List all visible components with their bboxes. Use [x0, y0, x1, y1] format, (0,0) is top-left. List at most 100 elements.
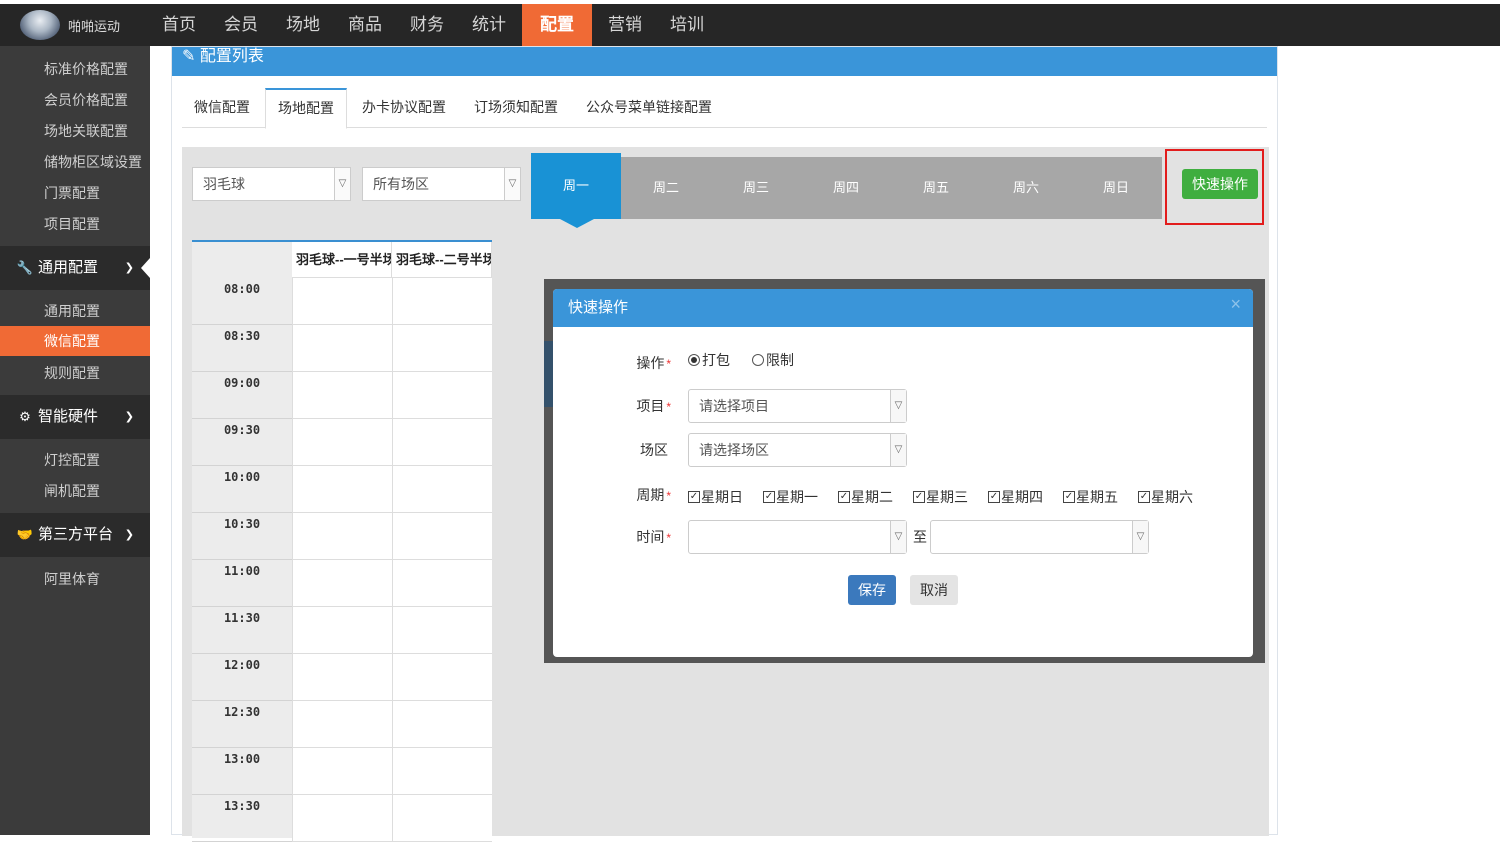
schedule-cell[interactable] [292, 654, 392, 701]
weekday-mon[interactable]: 周一 [531, 153, 621, 219]
schedule-cell[interactable] [292, 560, 392, 607]
logo-icon [20, 10, 60, 40]
checkbox-monday[interactable]: ✓ 星期一 [763, 487, 818, 507]
schedule-cell[interactable] [392, 701, 492, 748]
sidebar-item-project[interactable]: 项目配置 [0, 209, 150, 239]
nav-item-stats[interactable]: 统计 [460, 4, 518, 46]
sidebar-item-wechat-config[interactable]: 微信配置 [0, 326, 150, 356]
check-icon[interactable]: ✓ [1063, 491, 1075, 503]
weekday-thu[interactable]: 周四 [801, 157, 891, 219]
operation-radio-group: 打包 限制 [688, 350, 816, 370]
tab-venue[interactable]: 场地配置 [265, 88, 347, 129]
sidebar-group-general[interactable]: 🔧 通用配置 ❯ [0, 246, 150, 290]
schedule-cell[interactable] [392, 419, 492, 466]
sidebar-item-light-control[interactable]: 灯控配置 [0, 445, 150, 475]
checkbox-thursday[interactable]: ✓ 星期四 [988, 487, 1043, 507]
radio-limit[interactable]: 限制 [752, 350, 794, 370]
sidebar-item-gate-config[interactable]: 闸机配置 [0, 476, 150, 506]
weekday-fri[interactable]: 周五 [891, 157, 981, 219]
sidebar-item-member-price[interactable]: 会员价格配置 [0, 85, 150, 115]
check-icon[interactable]: ✓ [1138, 491, 1150, 503]
weekday-sat[interactable]: 周六 [981, 157, 1071, 219]
weekday-tue[interactable]: 周二 [621, 157, 711, 219]
time-slot-label: 09:00 [192, 372, 292, 419]
sidebar-item-rule-config[interactable]: 规则配置 [0, 358, 150, 388]
cancel-button[interactable]: 取消 [910, 575, 958, 605]
schedule-cell[interactable] [292, 419, 392, 466]
schedule-cell[interactable] [392, 372, 492, 419]
sidebar-item-standard-price[interactable]: 标准价格配置 [0, 54, 150, 84]
nav-item-training[interactable]: 培训 [658, 4, 716, 46]
time-slot-label: 12:00 [192, 654, 292, 701]
schedule-cell[interactable] [392, 607, 492, 654]
close-icon[interactable]: × [1230, 289, 1241, 319]
sidebar-item-venue-link[interactable]: 场地关联配置 [0, 116, 150, 146]
check-icon[interactable]: ✓ [913, 491, 925, 503]
sidebar-group-hardware[interactable]: ⚙ 智能硬件 ❯ [0, 395, 150, 439]
schedule-cell[interactable] [292, 513, 392, 560]
time-slot-label: 13:00 [192, 748, 292, 795]
start-time-select[interactable]: ▽ [688, 520, 907, 554]
checkbox-friday[interactable]: ✓ 星期五 [1063, 487, 1118, 507]
quick-action-button[interactable]: 快速操作 [1182, 169, 1258, 199]
check-icon[interactable]: ✓ [988, 491, 1000, 503]
chevron-down-icon: ▽ [334, 168, 350, 200]
tab-booking-notice[interactable]: 订场须知配置 [462, 87, 570, 128]
area-select[interactable]: 所有场区 ▽ [362, 167, 521, 201]
app-name: 啪啪运动 [68, 18, 121, 34]
radio-limit-dot[interactable] [752, 354, 764, 366]
sidebar-item-locker-area[interactable]: 储物柜区域设置 [0, 147, 150, 177]
end-time-select[interactable]: ▽ [930, 520, 1149, 554]
weekday-wed[interactable]: 周三 [711, 157, 801, 219]
nav-item-members[interactable]: 会员 [212, 4, 270, 46]
nav-item-venue[interactable]: 场地 [274, 4, 332, 46]
nav-item-finance[interactable]: 财务 [398, 4, 456, 46]
schedule-cell[interactable] [292, 607, 392, 654]
nav-item-home[interactable]: 首页 [150, 4, 208, 46]
checkbox-wednesday[interactable]: ✓ 星期三 [913, 487, 968, 507]
area-select-modal[interactable]: 请选择场区 ▽ [688, 433, 907, 467]
chevron-down-icon: ▽ [1132, 521, 1148, 553]
schedule-cell[interactable] [392, 278, 492, 325]
brand[interactable]: 啪啪运动 [20, 4, 120, 46]
save-button[interactable]: 保存 [848, 575, 896, 605]
schedule-cell[interactable] [292, 466, 392, 513]
radio-pack-dot[interactable] [688, 354, 700, 366]
schedule-cell[interactable] [292, 701, 392, 748]
checkbox-tuesday[interactable]: ✓ 星期二 [838, 487, 893, 507]
schedule-cell[interactable] [392, 748, 492, 795]
sport-select[interactable]: 羽毛球 ▽ [192, 167, 351, 201]
checkbox-sunday[interactable]: ✓ 星期日 [688, 487, 743, 507]
schedule-cell[interactable] [292, 325, 392, 372]
tab-wechat[interactable]: 微信配置 [182, 87, 262, 128]
radio-pack[interactable]: 打包 [688, 350, 730, 370]
schedule-cell[interactable] [392, 325, 492, 372]
schedule-cell[interactable] [292, 372, 392, 419]
schedule-cell[interactable] [292, 748, 392, 795]
sidebar-item-general-config[interactable]: 通用配置 [0, 296, 150, 326]
config-tabs: 微信配置 场地配置 办卡协议配置 订场须知配置 公众号菜单链接配置 [182, 87, 1267, 129]
nav-item-config[interactable]: 配置 [522, 4, 592, 46]
time-slot-label: 10:00 [192, 466, 292, 513]
tab-menu-link[interactable]: 公众号菜单链接配置 [574, 87, 724, 128]
sidebar-group-third-party[interactable]: 🤝 第三方平台 ❯ [0, 513, 150, 557]
schedule-cell[interactable] [392, 466, 492, 513]
chevron-down-icon: ▽ [890, 390, 906, 422]
checkbox-saturday[interactable]: ✓ 星期六 [1138, 487, 1193, 507]
tab-card-agreement[interactable]: 办卡协议配置 [350, 87, 458, 128]
check-icon[interactable]: ✓ [688, 491, 700, 503]
operation-label: 操作 * [611, 353, 671, 373]
project-select[interactable]: 请选择项目 ▽ [688, 389, 907, 423]
schedule-cell[interactable] [292, 278, 392, 325]
check-icon[interactable]: ✓ [838, 491, 850, 503]
sidebar-item-ticket[interactable]: 门票配置 [0, 178, 150, 208]
weekday-sun[interactable]: 周日 [1071, 157, 1161, 219]
checkbox-sunday-label: 星期日 [701, 489, 743, 505]
schedule-cell[interactable] [392, 654, 492, 701]
schedule-cell[interactable] [392, 560, 492, 607]
check-icon[interactable]: ✓ [763, 491, 775, 503]
sidebar-item-ali-sports[interactable]: 阿里体育 [0, 564, 150, 594]
nav-item-marketing[interactable]: 营销 [596, 4, 654, 46]
nav-item-goods[interactable]: 商品 [336, 4, 394, 46]
schedule-cell[interactable] [392, 513, 492, 560]
